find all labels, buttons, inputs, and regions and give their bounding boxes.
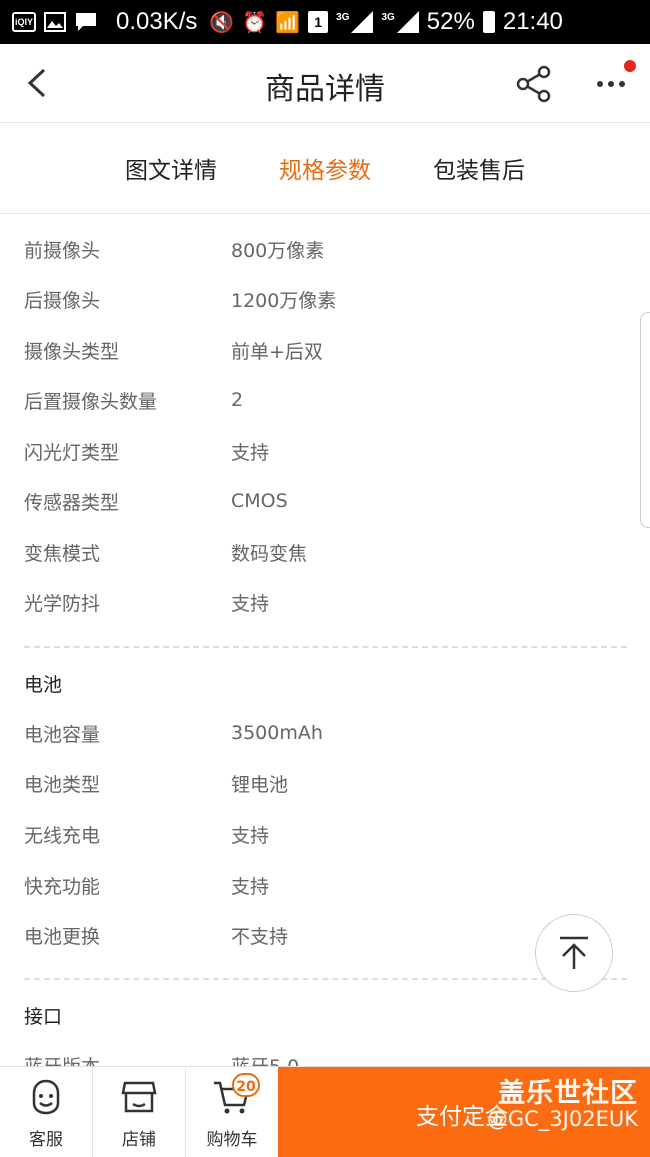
spec-value: 支持 — [231, 441, 270, 464]
top-navigation: 商品详情 — [0, 44, 650, 123]
clock: 21:40 — [502, 8, 563, 35]
store-icon — [121, 1081, 157, 1113]
sim-indicator: 1 — [308, 11, 329, 33]
spec-row: 快充功能 支持 — [24, 860, 624, 910]
bottom-action-bar: 客服 店铺 购物车 20 支付定金 盖乐世社区 @GC_3J02EUK — [0, 1066, 650, 1157]
alarm-icon: ⏰ — [242, 11, 268, 34]
spec-value: 支持 — [231, 824, 270, 847]
spec-value: 不支持 — [231, 925, 289, 948]
battery-percent: 52% — [426, 8, 475, 35]
tab-graphic-details[interactable]: 图文详情 — [125, 151, 217, 185]
spec-key: 传感器类型 — [24, 491, 120, 514]
spec-row: 后摄像头 1200万像素 — [24, 274, 624, 324]
section-title-battery: 电池 — [24, 674, 63, 696]
spec-value: 3500mAh — [231, 722, 323, 744]
detail-tabs: 图文详情 规格参数 包装售后 — [0, 123, 650, 214]
spec-value: 2 — [231, 389, 244, 411]
pay-deposit-button[interactable]: 支付定金 盖乐世社区 @GC_3J02EUK — [278, 1067, 650, 1157]
iqiyi-icon: iQIY — [12, 12, 36, 32]
spec-key: 光学防抖 — [24, 592, 101, 615]
scroll-handle[interactable] — [640, 312, 650, 528]
spec-value: 锂电池 — [231, 773, 289, 796]
message-icon — [76, 13, 96, 31]
spec-row: 电池容量 3500mAh — [24, 708, 624, 758]
wifi-icon: 📶 — [275, 11, 301, 34]
signal-icon-1 — [351, 11, 374, 33]
arrow-up-icon — [560, 936, 588, 969]
spec-key: 电池容量 — [24, 723, 101, 746]
spec-key: 变焦模式 — [24, 542, 101, 565]
spec-value: 前单+后双 — [231, 340, 323, 363]
spec-key: 蓝牙版本 — [24, 1052, 231, 1067]
spec-key: 无线充电 — [24, 824, 101, 847]
spec-key: 电池类型 — [24, 773, 101, 796]
section-divider — [24, 646, 627, 648]
spec-value: 支持 — [231, 592, 270, 615]
spec-key: 闪光灯类型 — [24, 441, 120, 464]
tab-packaging-service[interactable]: 包装售后 — [433, 151, 525, 185]
share-icon[interactable] — [514, 64, 554, 104]
gallery-icon — [44, 12, 66, 32]
spec-row: 无线充电 支持 — [24, 809, 624, 859]
spec-row: 后置摄像头数量 2 — [24, 375, 624, 425]
spec-row: 变焦模式 数码变焦 — [24, 527, 624, 577]
spec-row: 闪光灯类型 支持 — [24, 426, 624, 476]
store-label: 店铺 — [122, 1130, 156, 1150]
watermark-user: @GC_3J02EUK — [486, 1107, 638, 1131]
battery-icon — [482, 11, 495, 33]
spec-row: 摄像头类型 前单+后双 — [24, 325, 624, 375]
customer-service-label: 客服 — [29, 1130, 63, 1150]
spec-value: CMOS — [231, 490, 288, 512]
mute-icon: 🔇 — [209, 11, 235, 34]
spec-key: 前摄像头 — [24, 239, 101, 262]
spec-value: 蓝牙5.0 — [231, 1052, 299, 1067]
spec-key: 后摄像头 — [24, 289, 101, 312]
spec-value: 800万像素 — [231, 239, 325, 262]
watermark-text: 盖乐世社区 — [498, 1078, 638, 1109]
store-button[interactable]: 店铺 — [93, 1067, 185, 1157]
network-speed: 0.03K/s — [116, 8, 198, 35]
more-options-icon[interactable] — [592, 72, 632, 96]
spec-row: 传感器类型 CMOS — [24, 476, 624, 526]
spec-key: 快充功能 — [24, 875, 101, 898]
customer-service-icon — [32, 1079, 60, 1115]
spec-key: 摄像头类型 — [24, 340, 120, 363]
status-bar: iQIY 0.03K/s 🔇 ⏰ 📶 1 3G 3G 52% 21:40 — [0, 0, 650, 44]
network-type-2: 3G — [381, 11, 395, 23]
network-type-1: 3G — [336, 11, 350, 23]
spec-row: 前摄像头 800万像素 — [24, 224, 624, 274]
spec-key: 后置摄像头数量 — [24, 390, 158, 413]
spec-row: 电池更换 不支持 — [24, 910, 624, 960]
notification-dot — [624, 60, 636, 72]
customer-service-button[interactable]: 客服 — [0, 1067, 92, 1157]
spec-key: 电池更换 — [24, 925, 101, 948]
back-to-top-button[interactable] — [535, 914, 613, 992]
cart-count-badge: 20 — [232, 1073, 260, 1097]
spec-row: 电池类型 锂电池 — [24, 758, 624, 808]
spec-value: 1200万像素 — [231, 289, 337, 312]
tab-specifications[interactable]: 规格参数 — [279, 151, 371, 185]
spec-row: 蓝牙版本蓝牙5.0 — [24, 1040, 624, 1067]
signal-icon-2 — [396, 11, 419, 33]
spec-value: 数码变焦 — [231, 542, 308, 565]
section-title-interface: 接口 — [24, 1006, 63, 1028]
spec-row: 光学防抖 支持 — [24, 577, 624, 627]
spec-value: 支持 — [231, 875, 270, 898]
cart-label: 购物车 — [206, 1130, 258, 1150]
